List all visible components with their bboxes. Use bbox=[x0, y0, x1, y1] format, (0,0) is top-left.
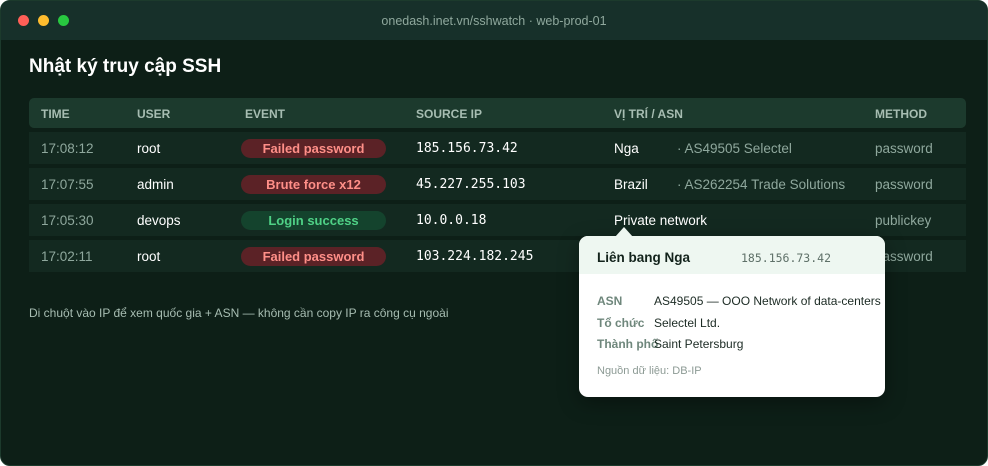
row-method: publickey bbox=[875, 213, 932, 228]
row-time: 17:05:30 bbox=[41, 213, 94, 228]
close-window-button[interactable] bbox=[18, 15, 29, 26]
tooltip-data-source: Nguồn dữ liệu: DB-IP bbox=[597, 365, 702, 377]
row-method: password bbox=[875, 177, 933, 192]
event-badge: Brute force x12 bbox=[241, 175, 386, 194]
tooltip-ip: 185.156.73.42 bbox=[741, 251, 832, 265]
tooltip-label: Thành phố bbox=[597, 337, 659, 351]
tooltip-label: Tổ chức bbox=[597, 316, 645, 330]
row-time: 17:08:12 bbox=[41, 141, 94, 156]
event-badge: Failed password bbox=[241, 247, 386, 266]
row-time: 17:02:11 bbox=[41, 249, 93, 264]
table-row[interactable]: 17:08:12 root Failed password 185.156.73… bbox=[29, 132, 966, 164]
header-method[interactable]: METHOD bbox=[875, 107, 927, 121]
row-time: 17:07:55 bbox=[41, 177, 94, 192]
header-time[interactable]: TIME bbox=[41, 107, 70, 121]
row-user: admin bbox=[137, 177, 174, 192]
row-location: Nga bbox=[614, 141, 639, 156]
row-user: root bbox=[137, 141, 161, 156]
row-user: root bbox=[137, 249, 161, 264]
tooltip-value: Selectel Ltd. bbox=[654, 316, 721, 330]
source-ip-link[interactable]: 10.0.0.18 bbox=[416, 213, 486, 228]
tooltip-label: ASN bbox=[597, 294, 623, 308]
header-event[interactable]: EVENT bbox=[245, 107, 285, 121]
event-badge: Login success bbox=[241, 211, 386, 230]
source-ip-link[interactable]: 45.227.255.103 bbox=[416, 177, 526, 192]
row-user: devops bbox=[137, 213, 181, 228]
source-ip-link[interactable]: 185.156.73.42 bbox=[416, 141, 518, 156]
row-asn: · AS49505 Selectel bbox=[677, 141, 792, 156]
minimize-window-button[interactable] bbox=[38, 15, 49, 26]
hover-hint: Di chuột vào IP để xem quốc gia + ASN — … bbox=[29, 306, 449, 320]
header-location[interactable]: VỊ TRÍ / ASN bbox=[614, 107, 683, 121]
tooltip-value: AS49505 — OOO Network of data-centers bbox=[654, 294, 881, 308]
table-row[interactable]: 17:07:55 admin Brute force x12 45.227.25… bbox=[29, 168, 966, 200]
title-bar: onedash.inet.vn/sshwatch · web-prod-01 bbox=[1, 1, 987, 40]
header-user[interactable]: USER bbox=[137, 107, 170, 121]
window-controls bbox=[18, 15, 69, 26]
app-window: onedash.inet.vn/sshwatch · web-prod-01 N… bbox=[0, 0, 988, 466]
window-title: onedash.inet.vn/sshwatch · web-prod-01 bbox=[381, 13, 607, 28]
row-asn: · AS262254 Trade Solutions bbox=[677, 177, 846, 192]
table-header: TIME USER EVENT SOURCE IP VỊ TRÍ / ASN M… bbox=[29, 98, 966, 128]
tooltip-value: Saint Petersburg bbox=[654, 337, 744, 351]
row-location: Private network bbox=[614, 213, 708, 228]
page-title: Nhật ký truy cập SSH bbox=[29, 56, 222, 77]
maximize-window-button[interactable] bbox=[58, 15, 69, 26]
table-row[interactable]: 17:05:30 devops Login success 10.0.0.18 … bbox=[29, 204, 966, 236]
tooltip-header: Liên bang Nga 185.156.73.42 bbox=[579, 236, 885, 274]
source-ip-link[interactable]: 103.224.182.245 bbox=[416, 249, 533, 264]
row-location: Brazil bbox=[614, 177, 648, 192]
tooltip-country: Liên bang Nga bbox=[597, 250, 691, 265]
event-badge: Failed password bbox=[241, 139, 386, 158]
header-source-ip[interactable]: SOURCE IP bbox=[416, 107, 482, 121]
ip-info-tooltip: Liên bang Nga 185.156.73.42 ASN AS49505 … bbox=[579, 227, 885, 397]
row-method: password bbox=[875, 141, 933, 156]
